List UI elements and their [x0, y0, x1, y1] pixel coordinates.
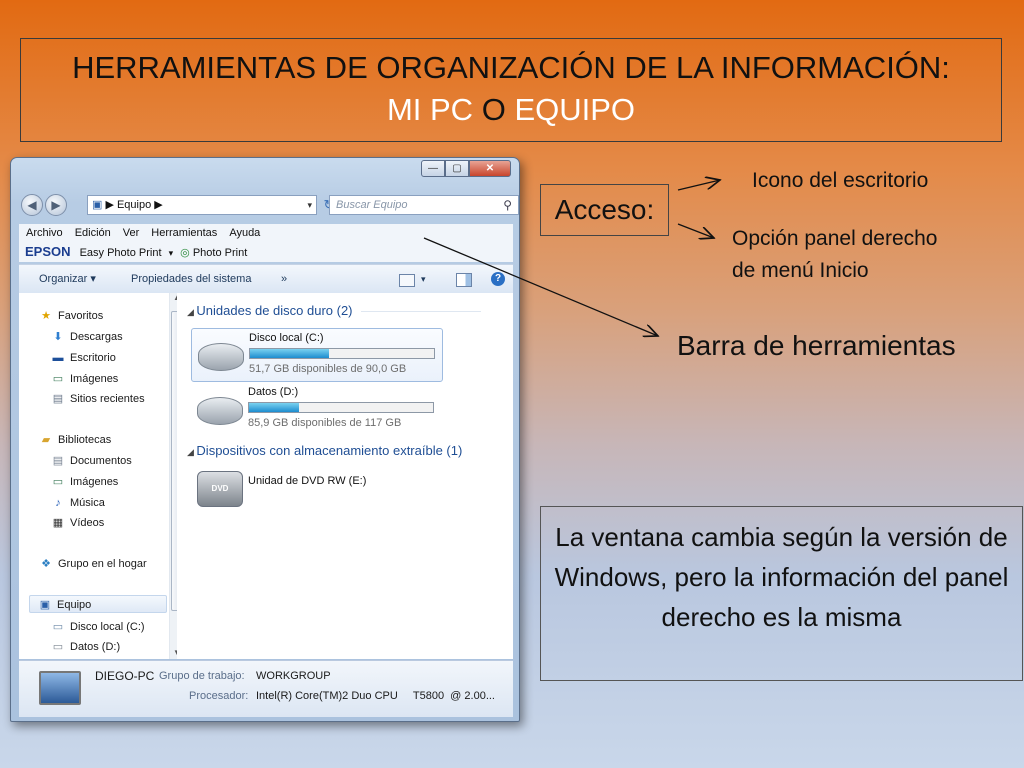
arrow-to-desktop-icon [677, 180, 720, 191]
annotation-arrows [423, 0, 1024, 768]
arrow-to-toolbar [423, 237, 658, 336]
arrow-to-start-menu [677, 223, 714, 238]
